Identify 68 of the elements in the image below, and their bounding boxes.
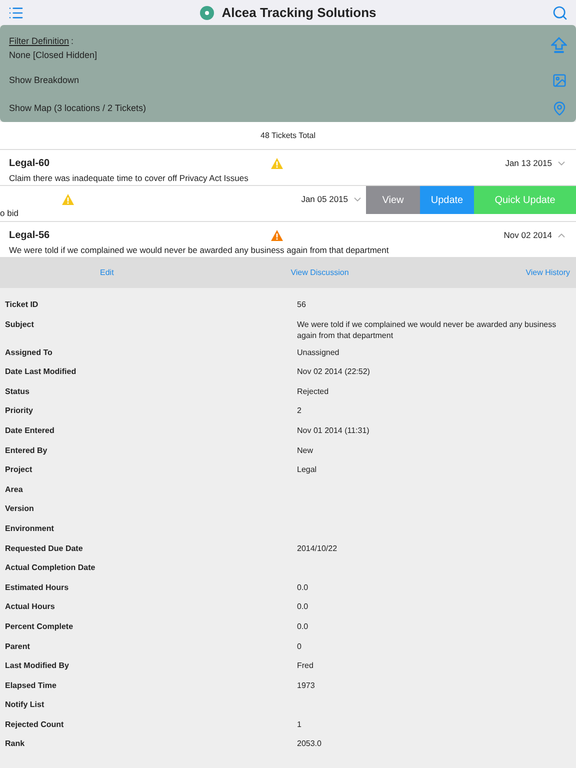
field-label: Subject <box>5 318 35 331</box>
field-value: 56 <box>297 299 307 311</box>
ticket-description: We were told if we complained we would never be awarded any business again from that department <box>9 244 390 257</box>
field-value: Fred <box>297 660 314 672</box>
field-value: Rejected <box>297 386 330 398</box>
field-value: New <box>297 444 314 457</box>
ticket-id: Legal-56 <box>9 229 51 243</box>
map-pin-icon[interactable] <box>552 100 567 116</box>
tickets-total: 48 Tickets Total <box>260 130 316 142</box>
field-value: 2014/10/22 <box>297 542 338 555</box>
field-label: Environment <box>5 522 55 535</box>
field-value: 1 <box>297 718 302 731</box>
detail-action-link[interactable]: Edit <box>100 267 114 279</box>
field-label: Entered By <box>5 444 48 457</box>
field-value: We were told if we complained we would never be awarded any business again from that department <box>297 318 558 341</box>
field-value: 2 <box>297 405 302 418</box>
field-label: Actual Hours <box>5 601 56 614</box>
detail-action-link[interactable]: View Discussion <box>290 267 349 279</box>
ticket-date: Nov 02 2014 <box>504 229 552 242</box>
picture-icon[interactable] <box>552 73 567 88</box>
filter-value: None [Closed Hidden] <box>9 48 98 62</box>
show-map-link[interactable]: Show Map (3 locations / 2 Tickets) <box>9 102 146 116</box>
menu-icon[interactable] <box>8 4 24 20</box>
field-label: Elapsed Time <box>5 680 58 692</box>
ticket-description: o bid <box>0 207 20 220</box>
field-label: Last Modified By <box>5 660 70 672</box>
field-label: Date Entered <box>5 424 56 437</box>
field-label: Ticket ID <box>5 299 40 311</box>
field-label: Requested Due Date <box>5 542 84 555</box>
field-value: 1973 <box>297 680 316 692</box>
upload-arrow-icon[interactable] <box>551 37 567 55</box>
swipe-action-button[interactable]: Quick Update <box>474 186 576 214</box>
field-label: Parent <box>5 640 31 652</box>
field-value: 2053.0 <box>297 738 322 750</box>
field-label: Rejected Count <box>5 718 65 731</box>
field-label: Assigned To <box>5 346 54 359</box>
field-label: Version <box>5 503 35 516</box>
filter-separator: : <box>71 35 74 48</box>
field-label: Estimated Hours <box>5 582 70 594</box>
app-title: Alcea Tracking Solutions <box>222 4 376 22</box>
logo-icon <box>200 6 214 20</box>
swipe-action-button[interactable]: Update <box>420 186 474 214</box>
field-value: Unassigned <box>297 346 340 359</box>
field-label: Area <box>5 484 24 496</box>
swipe-action-button[interactable]: View <box>366 186 420 214</box>
ticket-id: Legal-60 <box>9 157 51 171</box>
ticket-description: Claim there was inadequate time to cover off Privacy Act Issues <box>9 172 250 185</box>
field-value: 0.0 <box>297 601 310 614</box>
field-label: Actual Completion Date <box>5 562 96 574</box>
field-label: Notify List <box>5 699 46 712</box>
field-label: Percent Complete <box>5 620 74 633</box>
field-label: Priority <box>5 405 34 418</box>
field-value: Nov 01 2014 (11:31) <box>297 424 370 437</box>
field-value: 0 <box>297 640 302 652</box>
field-label: Status <box>5 386 30 398</box>
filter-definition-link[interactable]: Filter Definition <box>9 35 70 48</box>
field-value: Nov 02 2014 (22:52) <box>297 366 371 378</box>
ticket-date: Jan 05 2015 <box>301 192 348 206</box>
detail-action-link[interactable]: View History <box>526 267 570 279</box>
search-icon[interactable] <box>552 4 568 20</box>
field-value: 0.0 <box>297 620 310 633</box>
field-value: 0.0 <box>297 582 310 594</box>
field-label: Date Last Modified <box>5 366 78 378</box>
field-label: Project <box>5 464 34 476</box>
field-label: Rank <box>5 738 26 750</box>
ticket-date: Jan 13 2015 <box>505 157 552 170</box>
show-breakdown-link[interactable]: Show Breakdown <box>9 74 80 88</box>
field-value: Legal <box>297 464 318 476</box>
